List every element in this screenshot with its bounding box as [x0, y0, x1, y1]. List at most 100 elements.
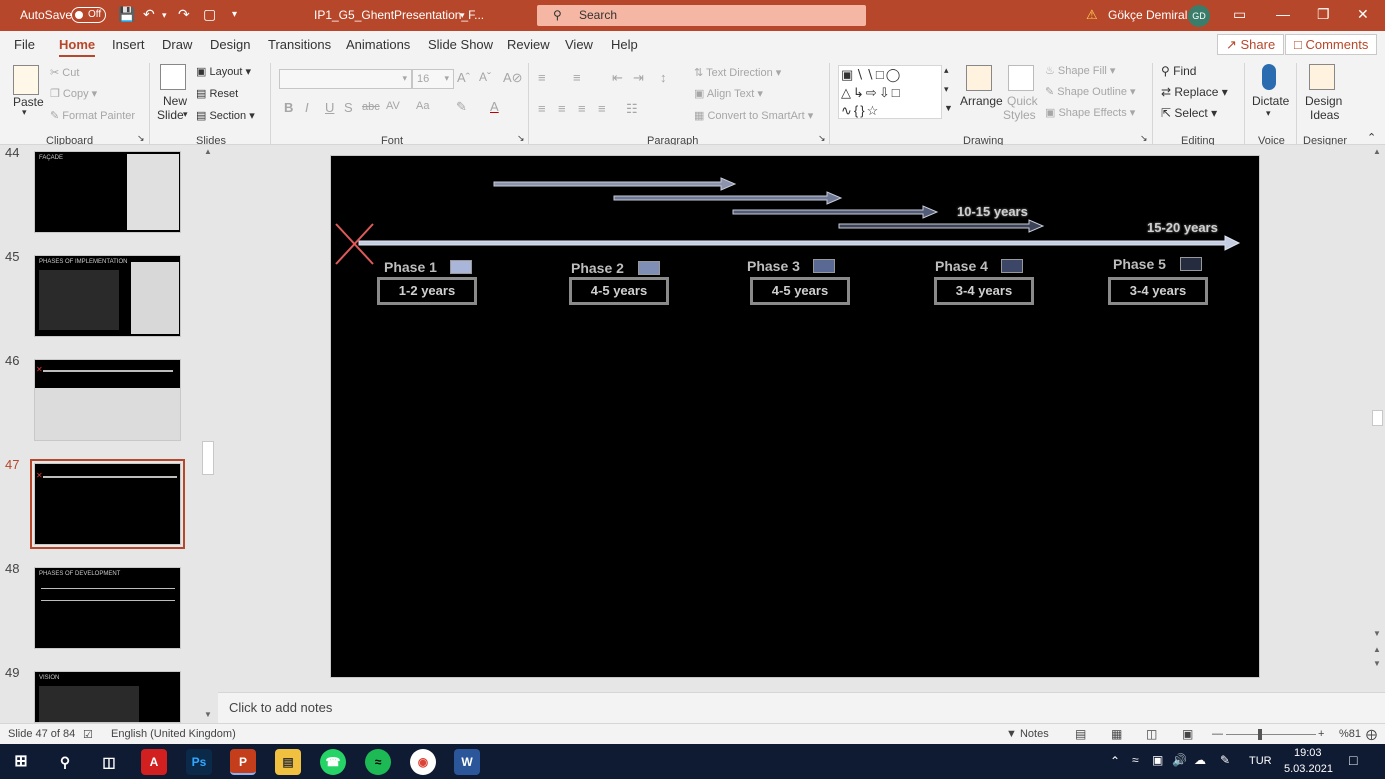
slide-thumbnail-45[interactable]: PHASES OF IMPLEMENTATION [34, 255, 181, 337]
align-text-button[interactable]: ▣ Align Text ▾ [694, 87, 763, 100]
file-explorer-icon[interactable]: ▤ [275, 749, 301, 775]
panel-scroll-thumb[interactable] [202, 441, 214, 475]
shape-fill-button[interactable]: ♨ Shape Fill ▾ [1045, 64, 1115, 77]
phase-duration-box[interactable]: 4-5 years [750, 277, 850, 305]
highlight-icon[interactable]: ✎ [456, 99, 467, 115]
paste-dropdown-icon[interactable]: ▾ [22, 107, 27, 118]
shape-triangle-icon[interactable]: △ [841, 85, 853, 100]
quick-styles-icon[interactable] [1008, 65, 1034, 91]
next-slide-icon[interactable]: ▼ [1373, 659, 1381, 668]
comments-button[interactable]: □ Comments [1285, 34, 1378, 55]
cut-button[interactable]: ✂ Cut [50, 66, 79, 79]
clear-format-icon[interactable]: A⊘ [503, 70, 523, 86]
spotify-icon[interactable]: ≈ [365, 749, 391, 775]
minimize-icon[interactable]: — [1276, 6, 1290, 22]
increase-indent-icon[interactable]: ⇥ [633, 70, 644, 86]
replace-button[interactable]: ⇄ Replace ▾ [1161, 85, 1228, 99]
new-slide-label-1[interactable]: New [163, 94, 187, 108]
user-name[interactable]: Gökçe Demiral [1108, 8, 1187, 22]
microphone-icon[interactable] [1262, 64, 1276, 90]
zoom-in-icon[interactable]: + [1318, 728, 1324, 740]
slide-thumbnail-49[interactable]: VISION [34, 671, 181, 723]
copy-button[interactable]: ❐ Copy ▾ [50, 87, 97, 100]
notes-pane[interactable]: Click to add notes [218, 692, 1385, 723]
character-spacing-button[interactable]: AV [386, 100, 400, 112]
layout-button[interactable]: ▣ Layout ▾ [196, 65, 251, 78]
shape-down-arrow-icon[interactable]: ⇩ [879, 85, 892, 100]
shadow-button[interactable]: S [344, 100, 353, 115]
select-button[interactable]: ⇱ Select ▾ [1161, 106, 1217, 120]
quick-styles-label-1[interactable]: Quick [1007, 94, 1038, 108]
phase-duration-box[interactable]: 1-2 years [377, 277, 477, 305]
reading-view-icon[interactable]: ◫ [1146, 727, 1157, 741]
paragraph-launcher-icon[interactable]: ↘ [818, 133, 826, 144]
save-icon[interactable]: 💾 [118, 6, 135, 23]
shape-star-icon[interactable]: ☆ [867, 103, 881, 118]
line-spacing-icon[interactable]: ↕ [660, 70, 667, 85]
duration-label[interactable]: 10-15 years [957, 204, 1028, 219]
paste-button[interactable]: Paste [13, 95, 44, 109]
fit-slide-icon[interactable]: ⨁ [1366, 728, 1377, 741]
new-slide-label-2[interactable]: Slide [157, 108, 184, 122]
scroll-up-icon[interactable]: ▲ [204, 147, 212, 156]
slide-thumbnail-47[interactable]: ✕ [30, 459, 185, 549]
arrange-button[interactable]: Arrange [960, 94, 1003, 108]
pen-icon[interactable]: ✎ [1220, 753, 1230, 767]
acrobat-icon[interactable]: A [141, 749, 167, 775]
document-title[interactable]: IP1_G5_GhentPresentation_F... [314, 8, 484, 22]
language-indicator[interactable]: English (United Kingdom) [111, 728, 236, 740]
phase-swatch-5[interactable] [1180, 257, 1202, 271]
design-ideas-label-1[interactable]: Design [1305, 94, 1342, 108]
ribbon-display-icon[interactable]: ▭ [1233, 6, 1246, 23]
notes-button[interactable]: ▼ Notes [1006, 728, 1049, 740]
volume-icon[interactable]: 🔊 [1172, 753, 1187, 767]
shapes-more-icon[interactable]: ▼ [944, 103, 953, 113]
text-direction-button[interactable]: ⇅ Text Direction ▾ [694, 66, 781, 79]
title-dropdown-icon[interactable]: ▾ [460, 10, 465, 21]
close-icon[interactable]: ✕ [1357, 6, 1369, 23]
scroll-down-icon[interactable]: ▼ [204, 710, 212, 719]
autosave-toggle[interactable]: Off [71, 7, 106, 23]
tab-design[interactable]: Design [210, 37, 250, 52]
tab-home[interactable]: Home [59, 37, 96, 57]
columns-icon[interactable]: ☷ [626, 101, 638, 117]
undo-icon[interactable]: ↶ [143, 6, 155, 23]
tab-draw[interactable]: Draw [162, 37, 192, 52]
font-size-combo[interactable]: 16 ▾ [412, 69, 454, 89]
tab-view[interactable]: View [565, 37, 593, 52]
strikethrough-button[interactable]: abc [362, 101, 380, 113]
dictate-button[interactable]: Dictate [1252, 94, 1289, 108]
paste-icon[interactable] [13, 65, 39, 95]
phase-label[interactable]: Phase 3 [747, 258, 800, 274]
phase-swatch-4[interactable] [1001, 259, 1023, 273]
tab-review[interactable]: Review [507, 37, 550, 52]
phase-duration-box[interactable]: 4-5 years [569, 277, 669, 305]
panel-scrollbar[interactable]: ▲ ▼ [201, 145, 215, 723]
quick-styles-label-2[interactable]: Styles [1003, 108, 1036, 122]
slide-canvas[interactable]: 10-15 years 15-20 years Phase 1 1-2 year… [330, 155, 1260, 678]
section-button[interactable]: ▤ Section ▾ [196, 109, 255, 122]
duration-label[interactable]: 15-20 years [1147, 220, 1218, 235]
phase-duration-box[interactable]: 3-4 years [934, 277, 1034, 305]
decrease-indent-icon[interactable]: ⇤ [612, 70, 623, 86]
slide-thumbnail-48[interactable]: PHASES OF DEVELOPMENT [34, 567, 181, 649]
align-center-icon[interactable]: ≡ [558, 101, 566, 116]
whatsapp-icon[interactable]: ☎ [320, 749, 346, 775]
shapes-gallery[interactable]: ▣∖∖□◯ △↳⇨⇩□ ∿{}☆ [838, 65, 942, 119]
convert-smartart-button[interactable]: ▦ Convert to SmartArt ▾ [694, 109, 813, 122]
shape-connector-icon[interactable]: ↳ [853, 85, 866, 100]
undo-dropdown-icon[interactable]: ▾ [162, 10, 167, 21]
shape-effects-button[interactable]: ▣ Shape Effects ▾ [1045, 106, 1135, 119]
phase-label[interactable]: Phase 2 [571, 260, 624, 276]
tab-slide-show[interactable]: Slide Show [428, 37, 493, 52]
shape-outline-button[interactable]: ✎ Shape Outline ▾ [1045, 85, 1136, 98]
drawing-launcher-icon[interactable]: ↘ [1140, 133, 1148, 144]
change-case-button[interactable]: Aa [416, 100, 429, 112]
shapes-scroll-down-icon[interactable]: ▾ [944, 84, 949, 95]
phase-label[interactable]: Phase 5 [1113, 256, 1166, 272]
onedrive-icon[interactable]: ☁ [1194, 753, 1206, 767]
clock-time[interactable]: 19:03 [1294, 747, 1322, 759]
format-painter-button[interactable]: ✎ Format Painter [50, 109, 135, 122]
slide-counter[interactable]: Slide 47 of 84 [8, 728, 75, 740]
input-language[interactable]: TUR [1249, 755, 1272, 767]
